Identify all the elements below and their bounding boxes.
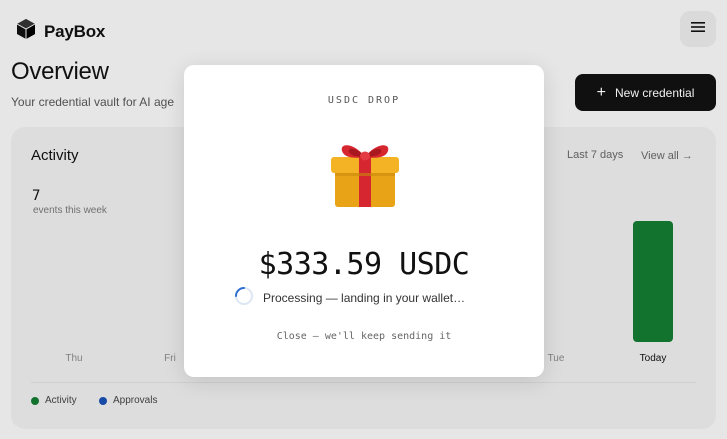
drop-amount: $333.59 USDC bbox=[258, 247, 470, 282]
close-modal-link[interactable]: Close — we'll keep sending it bbox=[184, 331, 544, 342]
processing-status: Processing — landing in your wallet… bbox=[234, 286, 465, 309]
processing-text: Processing — landing in your wallet… bbox=[263, 290, 466, 305]
spinner-icon bbox=[234, 286, 263, 309]
usdc-drop-modal: USDC DROP $333.59 USDC Processing — land… bbox=[184, 65, 544, 377]
modal-eyebrow: USDC DROP bbox=[327, 95, 401, 106]
gift-icon bbox=[329, 135, 401, 209]
